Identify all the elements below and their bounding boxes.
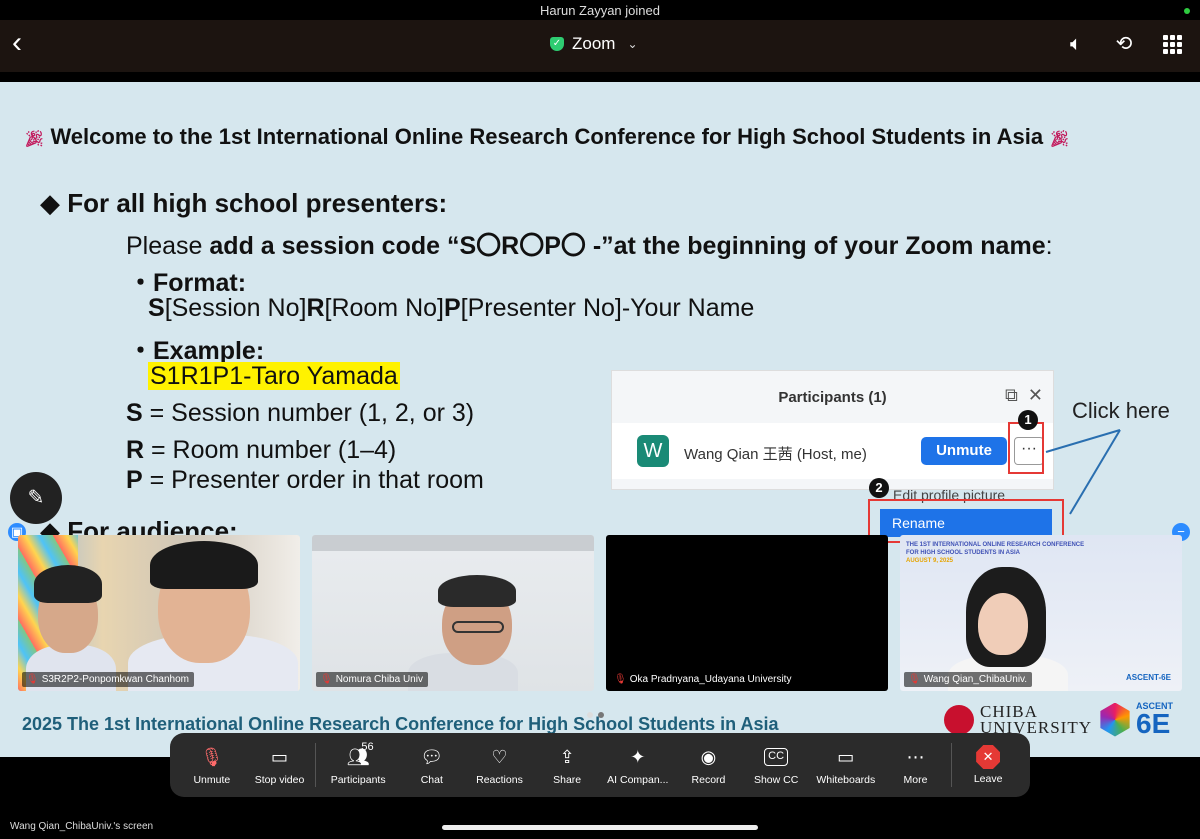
presenters-heading: ◆ For all high school presenters:	[40, 188, 448, 218]
grid-apps-icon[interactable]	[1158, 30, 1186, 58]
share-button[interactable]: ⇪ Share	[533, 737, 601, 793]
participant-name: Wang Qian 王茜 (Host, me)	[684, 446, 867, 463]
glasses-shape	[452, 621, 504, 633]
meeting-title-dropdown[interactable]: ✓ Zoom ⌄	[550, 32, 638, 56]
participants-button[interactable]: 👥︎ 56 Participants	[318, 737, 398, 793]
audience-heading: ◆ For audience:	[40, 516, 238, 536]
mic-off-icon: 🎙︎	[320, 674, 333, 685]
step-badge-1: 1	[1018, 410, 1038, 430]
record-icon: ◉	[700, 747, 717, 767]
slide-title: 🎉︎ Welcome to the 1st International Onli…	[24, 124, 1174, 150]
close-icon: ✕	[1027, 385, 1043, 405]
mic-off-icon: 🎙︎	[200, 747, 224, 767]
participants-count: 56	[361, 741, 374, 753]
whiteboard-icon: ▭	[837, 747, 855, 767]
legend-p: P = Presenter order in that room	[126, 466, 484, 494]
video-camera-icon: ▭	[270, 747, 288, 767]
tile-label: 🎙︎ Wang Qian_ChibaUniv.	[904, 672, 1033, 687]
more-button[interactable]: ⋯ More	[882, 737, 950, 793]
page-dots	[587, 712, 604, 718]
toolbar-divider	[951, 743, 953, 787]
share-screen-icon: ⇪	[559, 747, 575, 767]
record-button[interactable]: ◉ Record	[675, 737, 743, 793]
heart-icon: ♡	[491, 747, 508, 767]
instruction-line: Please add a session code “S〇R〇P〇 -”at t…	[126, 232, 1053, 260]
video-tile[interactable]: 🎙︎ Oka Pradnyana_Udayana University	[606, 535, 888, 691]
panel-unmute-button: Unmute	[921, 437, 1007, 465]
example-value: S1R1P1-Taro Yamada	[148, 362, 400, 390]
format-value: S[Session No]R[Room No]P[Presenter No]-Y…	[148, 294, 755, 322]
switch-camera-icon[interactable]: ⟲	[1110, 30, 1138, 58]
party-popper-icon: 🎉︎	[1049, 131, 1070, 148]
chiba-university-logo: CHIBA UNIVERSITY	[944, 703, 1092, 736]
legend-s: S = Session number (1, 2, or 3)	[126, 399, 475, 427]
video-tile[interactable]: 🎙︎ S3R2P2-Ponpomkwan Chanhom	[18, 535, 300, 691]
camera-indicator-dot	[1184, 8, 1190, 14]
annotate-pencil-button[interactable]: ✎	[10, 472, 62, 524]
diamond-bullet-icon: ◆	[40, 188, 60, 218]
zoom-app: Harun Zayyan joined ‹ ✓ Zoom ⌄ 🔈︎ ⟲ 🎉︎ W…	[0, 0, 1200, 839]
ascent-6e-logo: ASCENT 6E	[1098, 702, 1173, 738]
step-badge-2: 2	[869, 478, 889, 498]
shield-check-icon: ✓	[550, 37, 564, 51]
participant-row: W Wang Qian 王茜 (Host, me) Unmute ···	[612, 423, 1053, 479]
chevron-down-icon: ⌄	[627, 37, 638, 51]
more-dots-icon: ⋯	[906, 747, 925, 767]
legend-r: R = Room number (1–4)	[126, 436, 397, 464]
leave-x-icon: ✕	[976, 745, 1001, 769]
party-popper-icon: 🎉︎	[24, 131, 45, 148]
tile-label: 🎙︎ Oka Pradnyana_Udayana University	[610, 672, 797, 687]
leave-button[interactable]: ✕ Leave	[954, 737, 1022, 793]
mic-off-icon: 🎙︎	[26, 674, 39, 685]
mic-off-icon: 🎙︎	[908, 674, 921, 685]
video-tile[interactable]: 🎙︎ Nomura Chiba Univ	[312, 535, 594, 691]
mic-off-icon: 🎙︎	[614, 674, 627, 685]
meeting-title: Zoom	[572, 34, 616, 53]
screen-share-label: Wang Qian_ChibaUniv.'s screen	[10, 821, 154, 832]
toolbar-divider	[315, 743, 317, 787]
unmute-button[interactable]: 🎙︎ Unmute	[178, 737, 246, 793]
join-notification: Harun Zayyan joined	[540, 3, 660, 18]
top-bar: ‹ ✓ Zoom ⌄ 🔈︎ ⟲	[0, 20, 1200, 72]
tile-label: 🎙︎ Nomura Chiba Univ	[316, 672, 428, 687]
meeting-toolbar: 🎙︎ Unmute ▭ Stop video 👥︎ 56 Participant…	[170, 733, 1030, 797]
slide-title-text: Welcome to the 1st International Online …	[50, 124, 1044, 149]
show-cc-button[interactable]: CC Show CC	[742, 737, 810, 793]
tile-brand: ASCENT-6E	[1126, 673, 1171, 682]
chat-bubble-icon: 💬︎	[420, 747, 444, 767]
home-indicator[interactable]	[442, 825, 758, 830]
chat-button[interactable]: 💬︎ Chat	[398, 737, 466, 793]
panel-window-icons: ⧉ ✕	[1005, 385, 1043, 406]
menu-rename: Rename	[880, 509, 1052, 537]
ascent-hexagon-icon	[1100, 702, 1130, 737]
pop-out-icon: ⧉	[1005, 385, 1018, 405]
avatar: W	[637, 435, 669, 467]
participants-panel-screenshot: Participants (1) ⧉ ✕ W Wang Qian 王茜 (Hos…	[611, 370, 1054, 490]
speaker-icon[interactable]: 🔈︎	[1062, 30, 1090, 58]
slide-footer: 2025 The 1st International Online Resear…	[22, 714, 779, 734]
video-tile[interactable]: THE 1ST INTERNATIONAL ONLINE RESEARCH CO…	[900, 535, 1182, 691]
back-chevron-icon[interactable]: ‹	[12, 28, 40, 58]
chiba-emblem-icon	[944, 705, 974, 735]
stop-video-button[interactable]: ▭ Stop video	[246, 737, 314, 793]
sparkle-icon: ✦	[630, 747, 646, 767]
click-here-annotation: Click here	[1072, 398, 1170, 423]
ai-companion-button[interactable]: ✦ AI Compan...	[601, 737, 675, 793]
whiteboards-button[interactable]: ▭ Whiteboards	[810, 737, 882, 793]
tile-banner: THE 1ST INTERNATIONAL ONLINE RESEARCH CO…	[906, 542, 1085, 564]
reactions-button[interactable]: ♡ Reactions	[466, 737, 534, 793]
tile-label: 🎙︎ S3R2P2-Ponpomkwan Chanhom	[22, 672, 195, 687]
participants-panel-title: Participants (1)	[778, 389, 887, 406]
closed-caption-icon: CC	[764, 748, 789, 766]
